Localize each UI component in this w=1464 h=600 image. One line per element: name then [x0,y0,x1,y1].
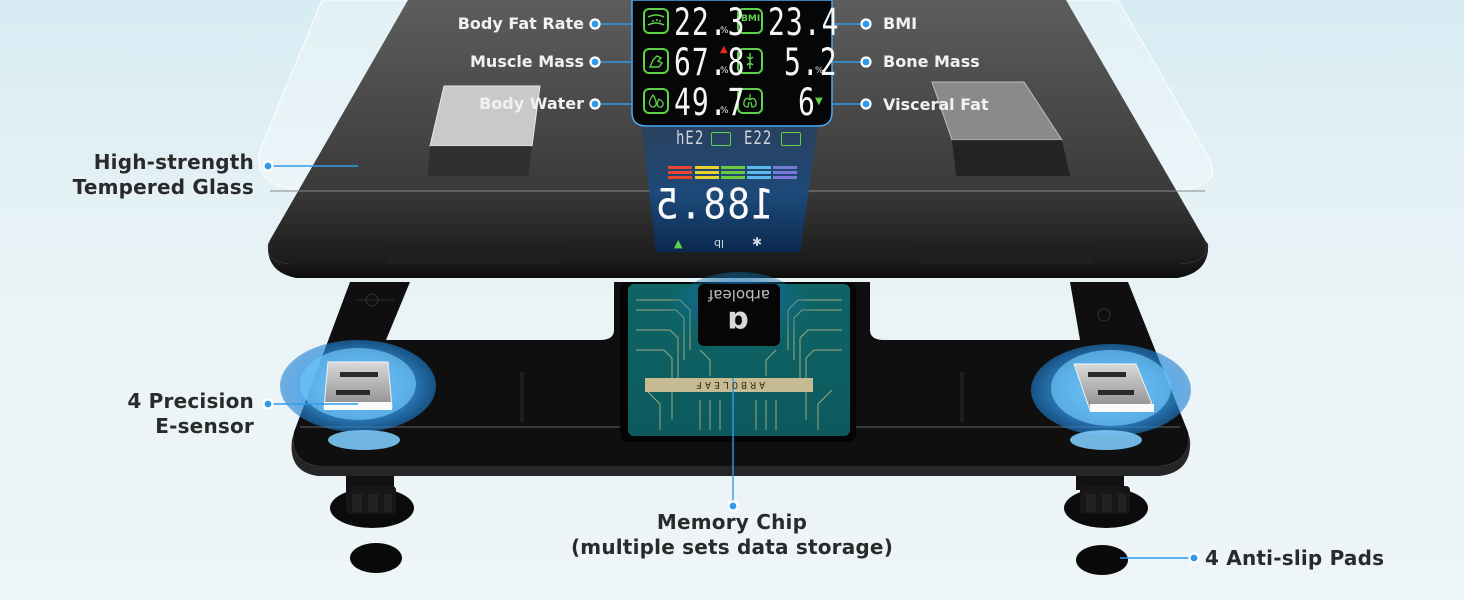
foot-right [1064,476,1148,575]
chip-label-text: ARBOLEAF [692,379,766,390]
label-bmi: BMI [883,14,918,33]
body-fat-unit: % [720,26,729,36]
callout-glass-line1: High-strength [93,150,254,174]
lower-left-readout: hE2 [676,128,705,150]
chip-brand-text: arboleaf [708,286,770,304]
visceral-down-indicator: ▼ [815,96,823,107]
callout-sensor-line1: 4 Precision [127,389,254,413]
callout-sensor-line2: E-sensor [155,414,254,438]
lower-left-badge-icon [711,132,731,146]
body-water-value: 49.7 [674,80,746,125]
product-diagram: BMI 22.3 % 23.4 67.8 ▲ % 5.2 % 49.7 % 6 … [0,0,1464,600]
bluetooth-icon: ✱ [752,235,763,249]
body-fat-icon [643,8,669,34]
muscle-mass-value: 67.8 [674,40,746,85]
color-bars [668,166,797,179]
pad-right [1076,545,1128,575]
callout-anti-slip-pads: 4 Anti-slip Pads [1205,546,1385,570]
lower-right-readout: E22 [744,128,773,150]
bone-mass-unit: % [815,66,824,76]
callout-chip-line1: Memory Chip [656,510,808,534]
callout-e-sensor: 4 Precision E-sensor [40,389,254,439]
muscle-up-indicator: ▲ [720,44,728,55]
foot-left [330,476,414,573]
label-muscle-mass: Muscle Mass [470,52,584,71]
visceral-fat-value: 6 [798,80,816,125]
status-triangle-icon: ▲ [674,237,683,250]
lower-right-badge-icon [781,132,801,146]
water-drop-icon [643,88,669,114]
body-water-unit: % [720,106,729,116]
callout-glass-line2: Tempered Glass [72,175,254,199]
callout-tempered-glass: High-strength Tempered Glass [40,150,254,200]
label-bone-mass: Bone Mass [883,52,980,71]
arboleaf-logo-icon: ɑ [727,304,749,339]
body-fat-value: 22.3 [674,0,746,45]
muscle-icon [643,48,669,74]
unit-lb-label: lb [714,237,725,250]
callout-chip-line2: (multiple sets data storage) [570,535,894,559]
label-visceral-fat: Visceral Fat [883,95,989,114]
bmi-value: 23.4 [768,0,840,45]
label-body-fat-rate: Body Fat Rate [457,14,584,33]
bone-mass-value: 5.2 [784,40,838,85]
muscle-mass-unit: % [720,66,729,76]
pad-left [350,543,402,573]
callout-memory-chip: Memory Chip (multiple sets data storage) [532,510,932,560]
label-body-water: Body Water [479,94,584,113]
weight-value: 188.5 [654,180,774,229]
